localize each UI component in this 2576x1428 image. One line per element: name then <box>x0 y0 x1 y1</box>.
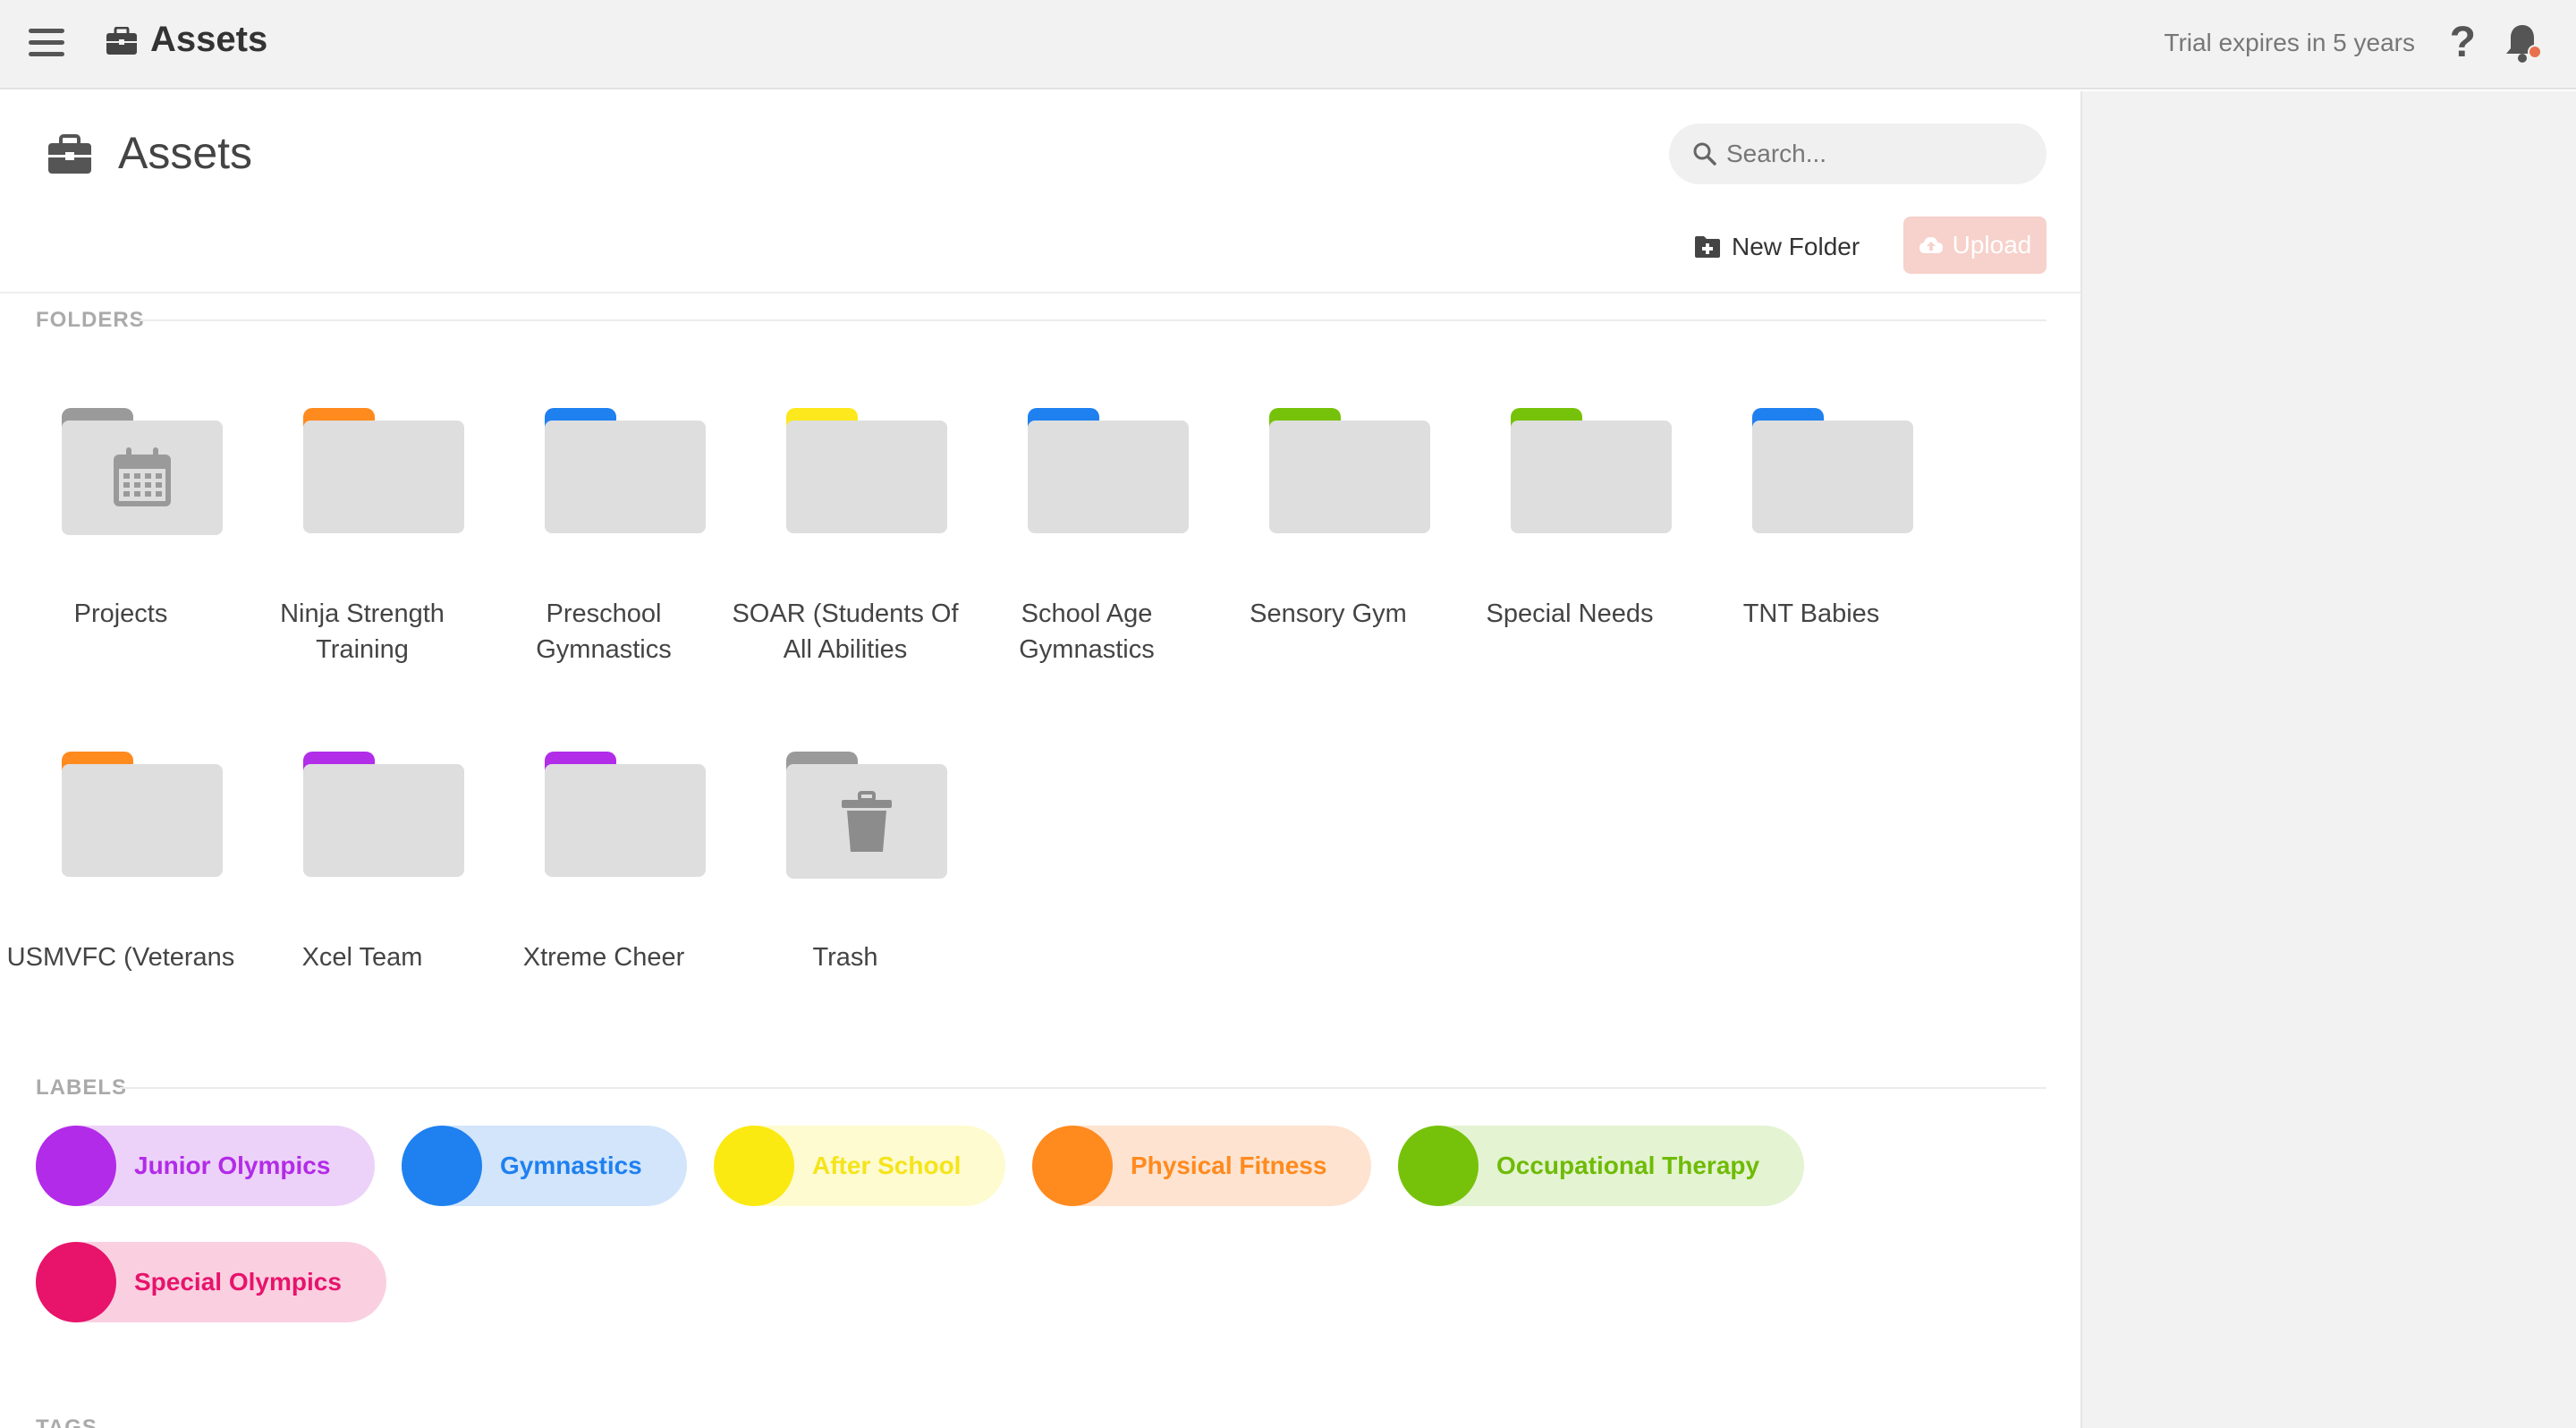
folder-name: Xcel Team <box>301 943 423 972</box>
folders-section-label: FOLDERS <box>36 308 145 332</box>
briefcase-icon <box>106 27 137 55</box>
label-chip[interactable]: After School <box>714 1126 1006 1206</box>
label-color-dot <box>36 1126 116 1206</box>
folder-body <box>1752 421 1913 533</box>
upload-label: Upload <box>1952 231 2032 259</box>
label-name: After School <box>812 1152 962 1179</box>
header-divider <box>0 292 2080 293</box>
folder-icon <box>1752 408 1913 533</box>
label-name: Gymnastics <box>500 1152 642 1179</box>
new-folder-label: New Folder <box>1732 233 1860 260</box>
tags-section-label: TAGS <box>36 1415 97 1428</box>
label-chip[interactable]: Occupational Therapy <box>1398 1126 1805 1206</box>
folder-name: Special Needs <box>1486 599 1654 628</box>
folder-icon <box>303 408 464 533</box>
folder-icon <box>545 752 706 877</box>
search-input[interactable] <box>1726 123 2030 184</box>
label-name: Physical Fitness <box>1131 1152 1327 1179</box>
folder-name: Trash <box>812 943 878 972</box>
folder-name: USMVFC (Veterans <box>6 943 235 972</box>
folder-name: Preschool Gymnastics <box>536 599 672 664</box>
label-name: Junior Olympics <box>134 1152 331 1179</box>
folder-icon <box>786 408 947 533</box>
folder-icon <box>1511 408 1672 533</box>
label-chip[interactable]: Junior Olympics <box>36 1126 376 1206</box>
search-box[interactable] <box>1669 123 2046 184</box>
folder-body <box>545 421 706 533</box>
new-folder-button[interactable]: New Folder <box>1694 229 1860 265</box>
page-title: Assets <box>118 128 253 178</box>
folder-name: Xtreme Cheer <box>522 943 685 972</box>
label-chip[interactable]: Gymnastics <box>402 1126 687 1206</box>
section-divider <box>120 1087 2046 1089</box>
calendar-icon <box>114 447 171 506</box>
folder-body <box>545 764 706 877</box>
label-color-dot <box>714 1126 794 1206</box>
folder-name: Ninja Strength Training <box>280 599 445 664</box>
folder-name: Projects <box>73 599 168 628</box>
app-title: Assets <box>150 20 268 59</box>
trial-status: Trial expires in 5 years <box>2164 29 2415 56</box>
folder-body <box>786 421 947 533</box>
assets-main: Assets New Folder Upload FOLDERS Project… <box>0 91 2080 1428</box>
folder-icon <box>303 752 464 877</box>
label-chip[interactable]: Physical Fitness <box>1032 1126 1372 1206</box>
label-chip[interactable]: Special Olympics <box>36 1242 386 1322</box>
help-icon[interactable]: ? <box>2450 18 2476 67</box>
folder-body <box>303 421 464 533</box>
notification-badge <box>2528 45 2542 59</box>
label-color-dot <box>402 1126 482 1206</box>
search-icon <box>1693 142 1716 166</box>
briefcase-icon <box>48 134 91 174</box>
folder-body <box>1511 421 1672 533</box>
folder-icon <box>1269 408 1430 533</box>
trash-icon <box>842 791 892 852</box>
folder-plus-icon <box>1695 236 1720 258</box>
label-color-dot <box>36 1242 116 1322</box>
folder-name: SOAR (Students Of All Abilities <box>732 599 959 664</box>
section-divider <box>140 319 2046 321</box>
folder-name: TNT Babies <box>1742 599 1880 628</box>
folder-icon <box>62 752 223 877</box>
folder-icon <box>786 752 947 879</box>
details-panel <box>2080 91 2576 1428</box>
label-name: Occupational Therapy <box>1496 1152 1760 1179</box>
folder-icon <box>1028 408 1189 533</box>
label-name: Special Olympics <box>134 1268 342 1296</box>
folder-body <box>62 764 223 877</box>
folder-body <box>303 764 464 877</box>
folder-icon <box>62 408 223 535</box>
folder-body <box>1028 421 1189 533</box>
top-bar: Assets Trial expires in 5 years ? <box>0 0 2576 89</box>
cloud-upload-icon <box>1919 237 1943 253</box>
folder-icon <box>545 408 706 533</box>
folder-name: School Age Gymnastics <box>1019 599 1155 664</box>
upload-button[interactable]: Upload <box>1903 217 2046 274</box>
folder-body <box>1269 421 1430 533</box>
label-color-dot <box>1032 1126 1113 1206</box>
label-color-dot <box>1398 1126 1479 1206</box>
menu-icon[interactable] <box>29 29 64 57</box>
folder-name: Sensory Gym <box>1250 599 1407 628</box>
labels-section-label: LABELS <box>36 1075 127 1100</box>
